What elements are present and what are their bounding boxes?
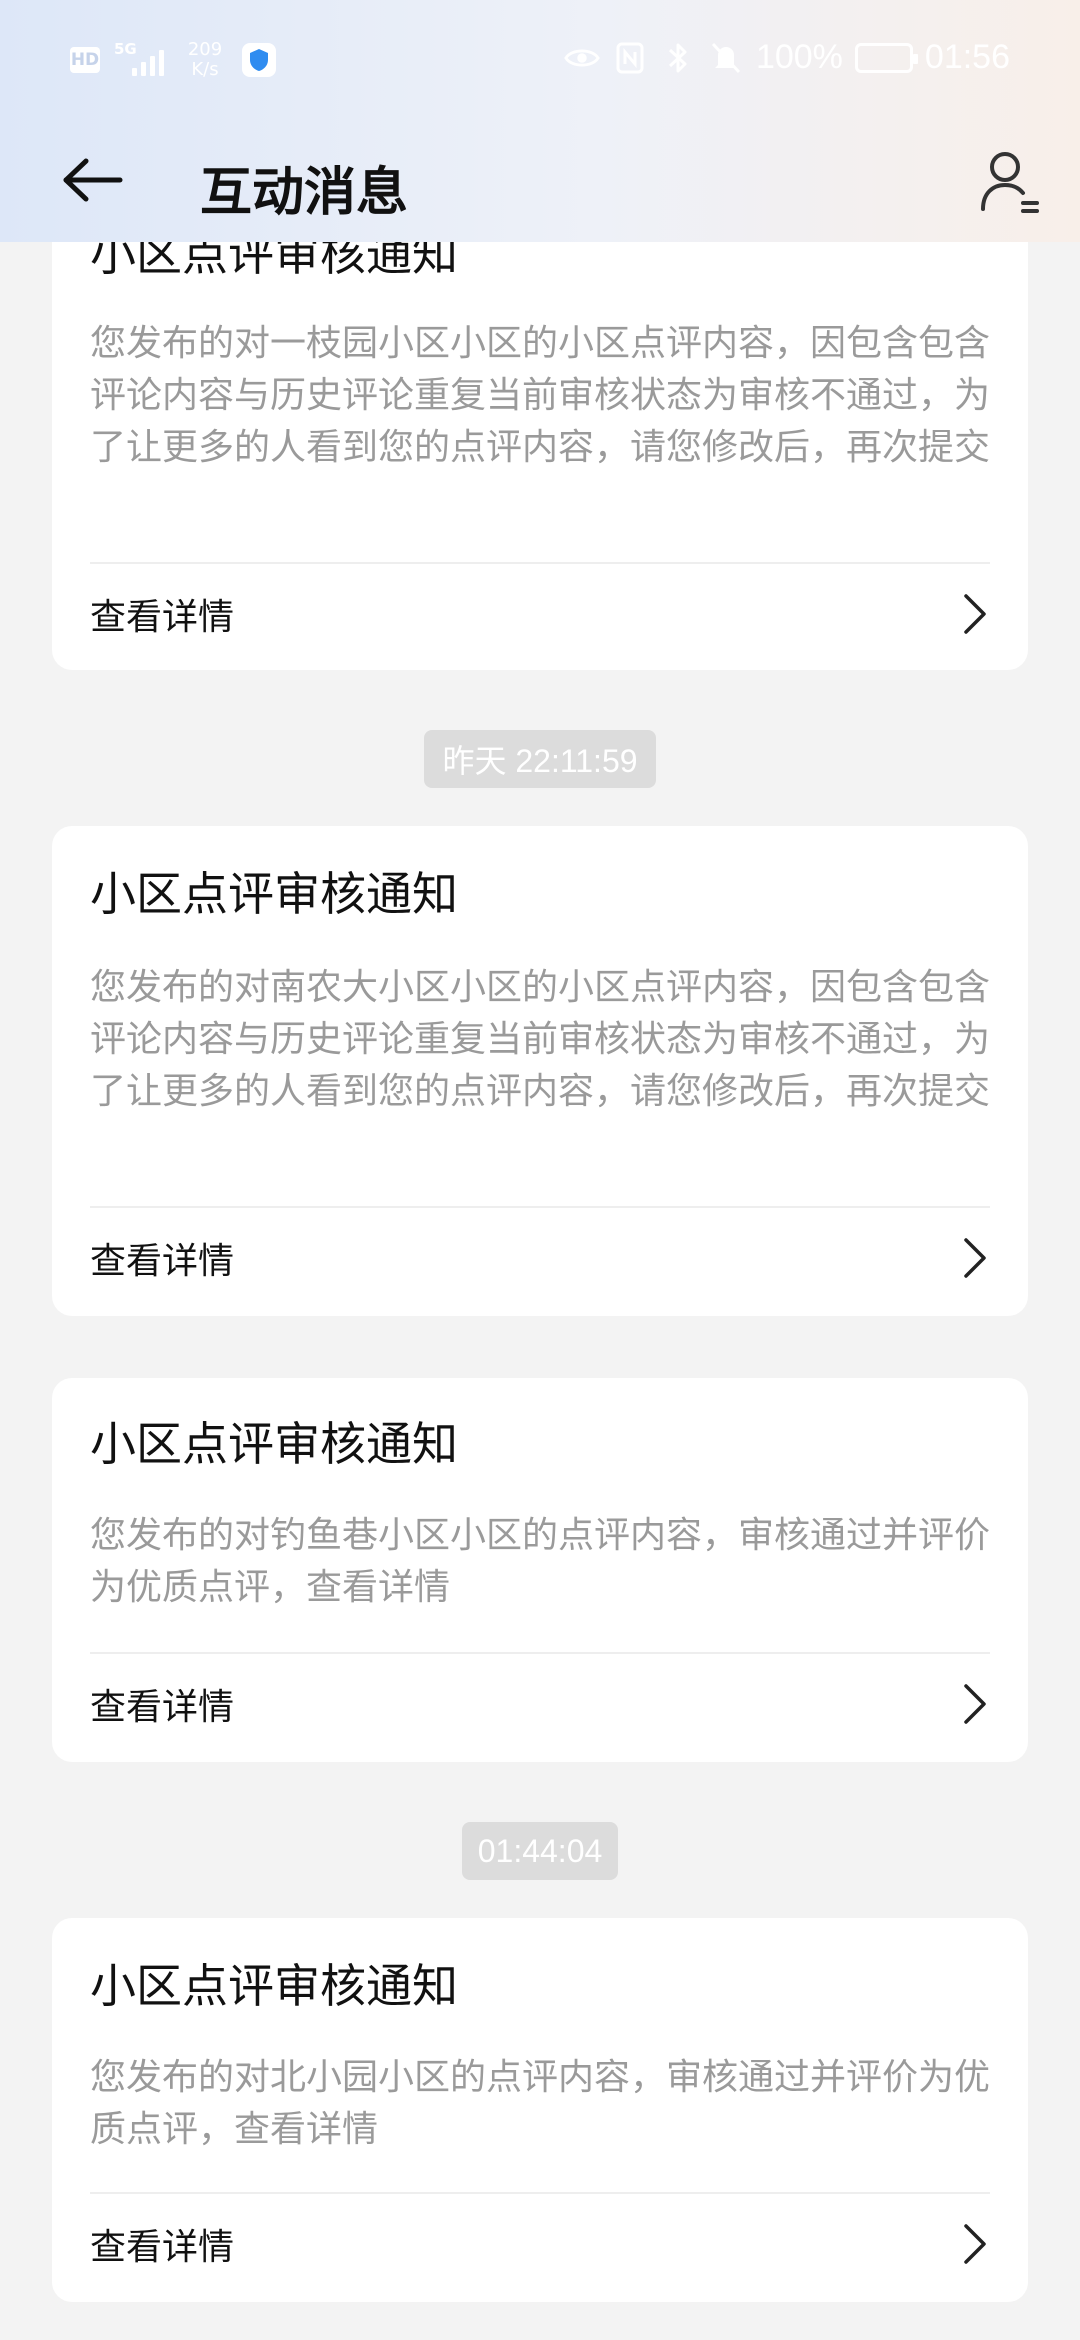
back-button[interactable] <box>58 148 128 212</box>
user-settings-icon <box>981 152 1039 213</box>
view-details-link[interactable]: 查看详情 <box>90 1674 990 1734</box>
timestamp-label: 01:44:04 <box>462 1822 618 1880</box>
mute-bell-icon <box>708 40 744 76</box>
battery-icon <box>854 42 918 73</box>
view-details-label: 查看详情 <box>90 1687 235 1728</box>
card-body: 您发布的对钓鱼巷小区小区的点评内容，审核通过并评价为优质点评，查看详情 <box>90 1515 991 1608</box>
card-title: 小区点评审核通知 <box>90 1417 458 1471</box>
status-left: HD 5G 209 K/s <box>70 40 276 80</box>
clock: 01:56 <box>924 38 1010 76</box>
hd-badge: HD <box>70 47 100 73</box>
card-title: 小区点评审核通知 <box>90 1959 458 2013</box>
bluetooth-icon <box>660 40 696 76</box>
view-details-label: 查看详情 <box>90 2227 235 2268</box>
card-divider <box>90 1652 990 1654</box>
card-divider <box>90 562 990 564</box>
message-card: 小区点评审核通知 您发布的对南农大小区小区的小区点评内容，因包含包含评论内容与历… <box>52 826 1028 1316</box>
card-divider <box>90 2192 990 2194</box>
status-right: 100% 01:56 <box>564 38 1010 77</box>
card-divider <box>90 1206 990 1208</box>
timestamp-label: 昨天 22:11:59 <box>424 730 656 788</box>
view-details-link[interactable]: 查看详情 <box>90 1228 990 1288</box>
user-settings-button[interactable] <box>974 146 1046 218</box>
view-details-label: 查看详情 <box>90 597 235 638</box>
page-title: 互动消息 <box>200 163 409 223</box>
message-card: 小区点评审核通知 您发布的对一枝园小区小区的小区点评内容，因包含包含评论内容与历… <box>52 200 1028 670</box>
view-details-link[interactable]: 查看详情 <box>90 584 990 644</box>
chevron-right-icon <box>960 592 990 636</box>
card-title: 小区点评审核通知 <box>90 867 458 921</box>
message-card: 小区点评审核通知 您发布的对北小园小区的点评内容，审核通过并评价为优质点评，查看… <box>52 1918 1028 2302</box>
net-speed: 209 K/s <box>182 40 228 80</box>
security-shield-icon <box>242 43 276 77</box>
card-body: 您发布的对一枝园小区小区的小区点评内容，因包含包含评论内容与历史评论重复当前审核… <box>90 323 991 468</box>
app-bar: 互动消息 <box>0 130 1080 230</box>
chevron-right-icon <box>960 1236 990 1280</box>
arrow-left-icon <box>63 158 123 202</box>
battery-percent: 100% <box>755 38 843 76</box>
card-body: 您发布的对北小园小区的点评内容，审核通过并评价为优质点评，查看详情 <box>90 2057 991 2150</box>
message-card: 小区点评审核通知 您发布的对钓鱼巷小区小区的点评内容，审核通过并评价为优质点评，… <box>52 1378 1028 1762</box>
net-speed-unit: K/s <box>191 59 219 80</box>
message-feed[interactable]: 小区点评审核通知 您发布的对一枝园小区小区的小区点评内容，因包含包含评论内容与历… <box>0 0 1080 2340</box>
status-bar: HD 5G 209 K/s 100% 01:56 <box>0 0 1080 120</box>
eye-icon <box>564 40 600 76</box>
net-speed-value: 209 <box>187 39 223 60</box>
signal-icon: 5G <box>114 40 168 78</box>
nfc-icon <box>612 40 648 76</box>
card-body: 您发布的对南农大小区小区的小区点评内容，因包含包含评论内容与历史评论重复当前审核… <box>90 967 991 1112</box>
view-details-link[interactable]: 查看详情 <box>90 2214 990 2274</box>
header: HD 5G 209 K/s 100% 01:56 互动消息 <box>0 0 1080 242</box>
chevron-right-icon <box>960 2222 990 2266</box>
chevron-right-icon <box>960 1682 990 1726</box>
view-details-label: 查看详情 <box>90 1241 235 1282</box>
